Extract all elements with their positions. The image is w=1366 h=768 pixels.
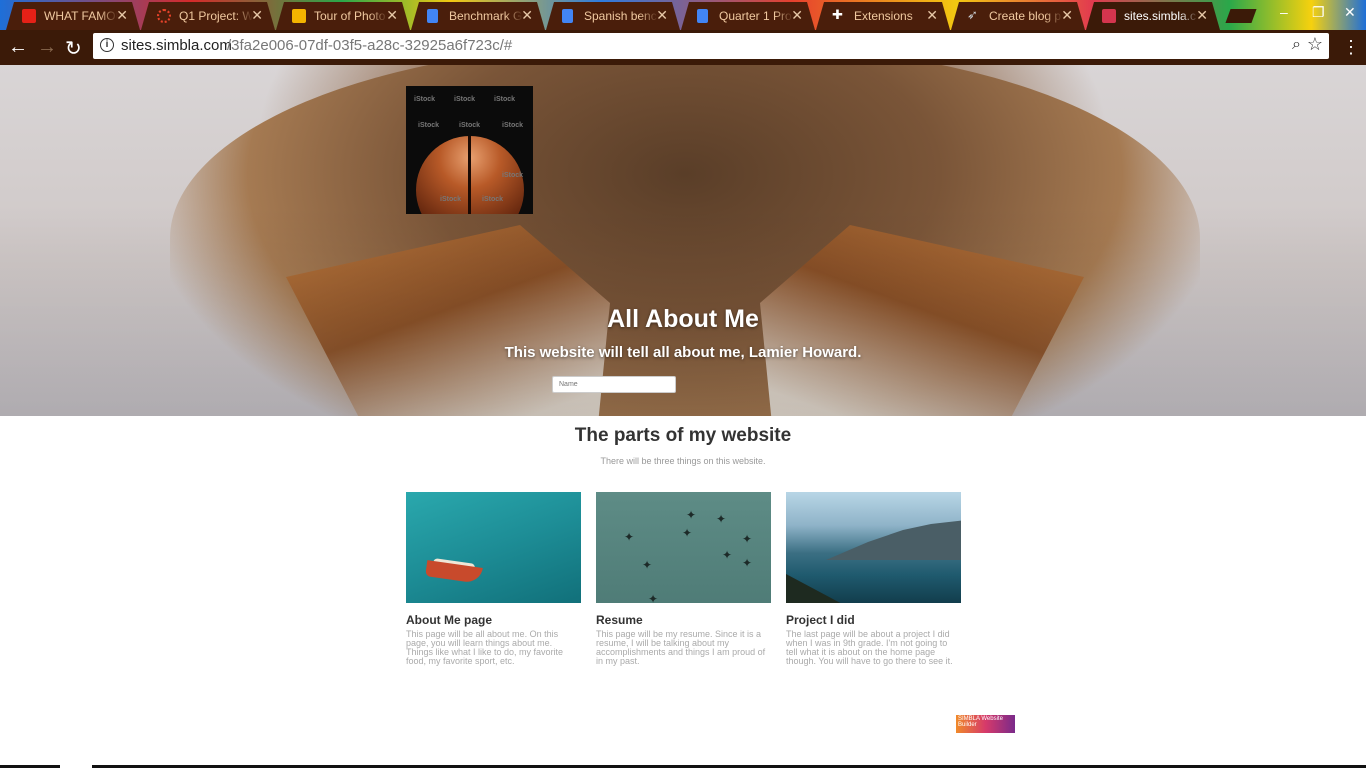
tab-title: Spanish benc	[584, 9, 657, 23]
tab-extensions[interactable]: ✚ Extensions ✕	[816, 2, 950, 30]
docs-icon	[427, 9, 438, 23]
rocket-icon: ➶	[967, 7, 978, 22]
card-description: This page will be all about me. On this …	[406, 629, 564, 666]
puzzle-icon: ✚	[832, 7, 843, 22]
card-title: Project I did	[786, 613, 855, 627]
tab-title: Tour of Photo	[314, 9, 386, 23]
card-about-me[interactable]: About Me page This page will be all abou…	[406, 492, 581, 666]
card-project[interactable]: Project I did The last page will be abou…	[786, 492, 961, 666]
hero-title: All About Me	[607, 305, 759, 333]
simbla-icon	[1102, 9, 1116, 23]
tab-title: sites.simbla.c	[1124, 9, 1197, 23]
tab-create-blog[interactable]: ➶ Create blog p ✕	[951, 2, 1085, 30]
info-icon[interactable]: i	[100, 38, 114, 52]
hero-banner: iStock iStock iStock iStock iStock iStoc…	[0, 65, 1366, 416]
forward-icon[interactable]: →	[37, 36, 57, 59]
close-icon[interactable]: ✕	[926, 7, 938, 24]
boat-image	[406, 492, 581, 603]
tab-benchmark[interactable]: Benchmark G ✕	[411, 2, 545, 30]
basketball-logo-image: iStock iStock iStock iStock iStock iStoc…	[406, 86, 533, 214]
tab-q1-project[interactable]: Q1 Project: W ✕	[141, 2, 275, 30]
tab-tour-of-photo[interactable]: Tour of Photo ✕	[276, 2, 410, 30]
restore-icon[interactable]: ❐	[1312, 4, 1325, 21]
tab-spanish[interactable]: Spanish benc ✕	[546, 2, 680, 30]
close-icon[interactable]: ✕	[656, 7, 668, 24]
simbla-badge[interactable]: SIMBLA Website Builder	[956, 715, 1015, 733]
close-icon[interactable]: ✕	[116, 7, 128, 24]
tab-quarter-1[interactable]: Quarter 1 Pro ✕	[681, 2, 815, 30]
close-icon[interactable]: ✕	[791, 7, 803, 24]
tab-title: Quarter 1 Pro	[719, 9, 792, 23]
loading-spinner-icon	[157, 9, 171, 23]
lake-image	[786, 492, 961, 603]
slides-icon	[292, 9, 306, 23]
close-icon[interactable]: ✕	[251, 7, 263, 24]
address-bar[interactable]: i sites.simbla.com /3fa2e006-07df-03f5-a…	[93, 33, 1329, 59]
tab-title: Q1 Project: W	[179, 9, 253, 23]
close-icon[interactable]: ✕	[1061, 7, 1073, 24]
new-tab-button[interactable]	[1225, 9, 1257, 23]
bookmark-star-icon[interactable]: ☆	[1307, 34, 1323, 55]
browser-toolbar: ← → ↻ i sites.simbla.com /3fa2e006-07df-…	[0, 30, 1366, 65]
card-description: This page will be my resume. Since it is…	[596, 629, 766, 666]
tab-simbla-active[interactable]: sites.simbla.c ✕	[1086, 2, 1220, 30]
minimize-icon[interactable]: –	[1280, 4, 1288, 20]
menu-icon[interactable]: ⋮	[1342, 37, 1360, 58]
card-description: The last page will be about a project I …	[786, 629, 953, 666]
docs-icon	[697, 9, 708, 23]
back-icon[interactable]: ←	[8, 36, 28, 59]
section-title: The parts of my website	[574, 425, 792, 446]
tab-strip: WHAT FAMOUS ✕ Q1 Project: W ✕ Tour of Ph…	[0, 0, 1366, 30]
tab-youtube[interactable]: WHAT FAMOUS ✕	[6, 2, 140, 30]
url-path: /3fa2e006-07df-03f5-a28c-32925a6f723c/#	[227, 37, 513, 54]
card-title: Resume	[596, 613, 643, 627]
birds-image: ✦ ✦ ✦ ✦ ✦ ✦ ✦ ✦ ✦	[596, 492, 771, 603]
docs-icon	[562, 9, 573, 23]
tab-title: Create blog p	[989, 9, 1062, 23]
card-title: About Me page	[406, 613, 492, 627]
reload-icon[interactable]: ↻	[65, 36, 82, 61]
tab-title: Benchmark G	[449, 9, 523, 23]
close-icon[interactable]: ✕	[1196, 7, 1208, 24]
url-host: sites.simbla.com	[121, 37, 232, 54]
tab-title: WHAT FAMOUS	[44, 9, 116, 23]
card-resume[interactable]: ✦ ✦ ✦ ✦ ✦ ✦ ✦ ✦ ✦ Resume This page will …	[596, 492, 771, 666]
tab-title: Extensions	[854, 9, 913, 23]
youtube-icon	[22, 9, 36, 23]
window-close-icon[interactable]: ✕	[1344, 4, 1356, 21]
close-icon[interactable]: ✕	[386, 7, 398, 24]
zoom-icon[interactable]: ⌕	[1292, 36, 1301, 54]
close-icon[interactable]: ✕	[521, 7, 533, 24]
name-input[interactable]	[552, 376, 676, 393]
hero-subtitle: This website will tell all about me, Lam…	[504, 344, 862, 361]
section-subtitle: There will be three things on this websi…	[600, 456, 766, 466]
